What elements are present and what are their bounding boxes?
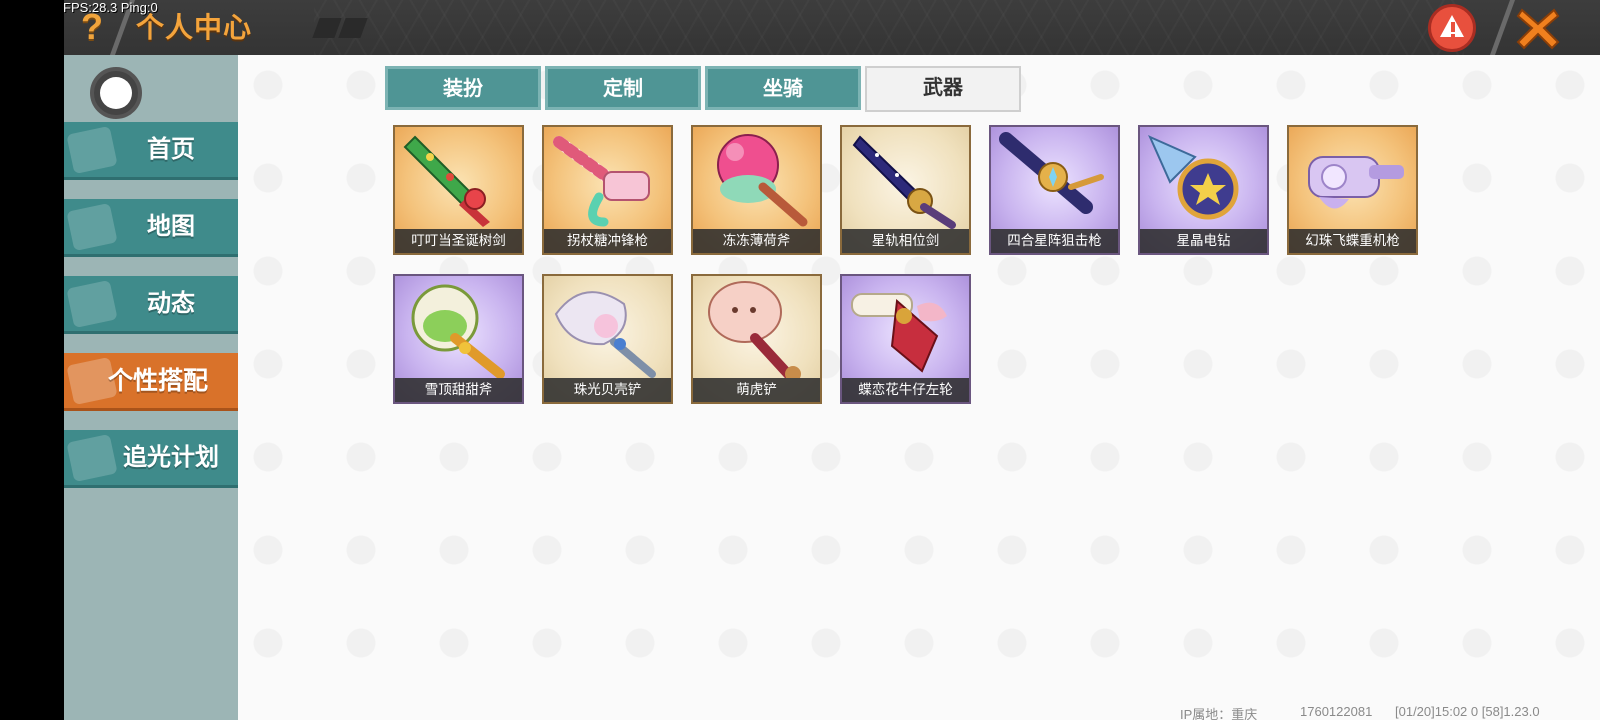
tab-mount[interactable]: 坐骑	[705, 66, 861, 110]
snow-top-axe-icon	[411, 284, 505, 378]
weapon-item[interactable]: 拐杖糖冲锋枪	[542, 125, 673, 255]
weapon-item[interactable]: 幻珠飞蝶重机枪	[1287, 125, 1418, 255]
sidebar-item-map[interactable]: 地图	[64, 199, 238, 257]
weapon-name: 星晶电钻	[1140, 229, 1267, 253]
sidebar-item-label: 地图	[147, 212, 195, 240]
warning-icon[interactable]	[1428, 4, 1476, 52]
weapon-item[interactable]: 星晶电钻	[1138, 125, 1269, 255]
weapon-name: 叮叮当圣诞树剑	[395, 229, 522, 253]
sidebar-item-label: 个性搭配	[108, 366, 209, 395]
butterfly-revolver-icon	[851, 293, 947, 373]
warning-mark	[1451, 22, 1455, 32]
weapon-item[interactable]: 雪顶甜甜斧	[393, 274, 524, 404]
weapon-name: 珠光贝壳铲	[544, 378, 671, 402]
weapon-item[interactable]: 蝶恋花牛仔左轮	[840, 274, 971, 404]
weapon-name: 冻冻薄荷斧	[693, 229, 820, 253]
weapon-name: 四合星阵狙击枪	[991, 229, 1118, 253]
star-orbit-sword-icon	[852, 135, 956, 229]
close-x-icon[interactable]	[1512, 2, 1564, 54]
sidebar-item-plan[interactable]: 追光计划	[64, 430, 238, 488]
weapon-name: 萌虎铲	[693, 378, 820, 402]
sidebar-item-label: 首页	[147, 135, 195, 163]
weapon-item[interactable]: 冻冻薄荷斧	[691, 125, 822, 255]
sidebar-item-home[interactable]: 首页	[64, 122, 238, 180]
cute-tiger-shovel-icon	[708, 281, 801, 378]
star-sniper-rifle-icon	[999, 132, 1104, 214]
user-id: 1760122081	[1300, 704, 1373, 719]
sidebar-item-label: 动态	[147, 289, 195, 317]
weapon-name: 蝶恋花牛仔左轮	[842, 378, 969, 402]
header-pattern	[314, 0, 1464, 55]
avatar[interactable]	[90, 67, 142, 119]
pearl-shell-shovel-icon	[554, 291, 656, 378]
build-info: [01/20]15:02 0 [58]1.23.0	[1395, 704, 1540, 719]
weapon-item[interactable]: 四合星阵狙击枪	[989, 125, 1120, 255]
main-content: 装扮 定制 坐骑 武器 叮叮当圣诞树剑 拐杖糖冲锋枪 冻冻薄荷斧 星轨相位剑 四…	[238, 55, 1600, 720]
fps-ping-readout: FPS:28.3 Ping:0	[63, 0, 158, 15]
weapon-name: 拐杖糖冲锋枪	[544, 229, 671, 253]
weapon-item[interactable]: 珠光贝壳铲	[542, 274, 673, 404]
butterfly-machine-gun-icon	[1308, 156, 1404, 209]
star-crystal-drill-icon	[1148, 135, 1239, 220]
top-bar: ? 个人中心	[64, 0, 1600, 55]
sidebar-item-label: 追光计划	[123, 443, 219, 471]
weapon-item[interactable]: 叮叮当圣诞树剑	[393, 125, 524, 255]
weapon-name: 幻珠飞蝶重机枪	[1289, 229, 1416, 253]
candy-cane-gun-icon	[553, 136, 650, 227]
weapon-name: 星轨相位剑	[842, 229, 969, 253]
ip-location: IP属地：重庆	[1180, 707, 1258, 720]
weapon-item[interactable]: 萌虎铲	[691, 274, 822, 404]
tab-costume[interactable]: 装扮	[385, 66, 541, 110]
tab-weapon[interactable]: 武器	[865, 66, 1021, 112]
sidebar-item-outfit[interactable]: 个性搭配	[64, 353, 243, 411]
left-black-bar	[0, 0, 64, 720]
warning-dot	[1451, 34, 1455, 37]
sidebar: 首页 地图 动态 个性搭配 追光计划	[64, 55, 243, 720]
tab-custom[interactable]: 定制	[545, 66, 701, 110]
mint-axe-icon	[717, 134, 808, 227]
weapon-item[interactable]: 星轨相位剑	[840, 125, 971, 255]
christmas-tree-sword-icon	[403, 135, 490, 227]
weapon-name: 雪顶甜甜斧	[395, 378, 522, 402]
sidebar-item-activity[interactable]: 动态	[64, 276, 238, 334]
